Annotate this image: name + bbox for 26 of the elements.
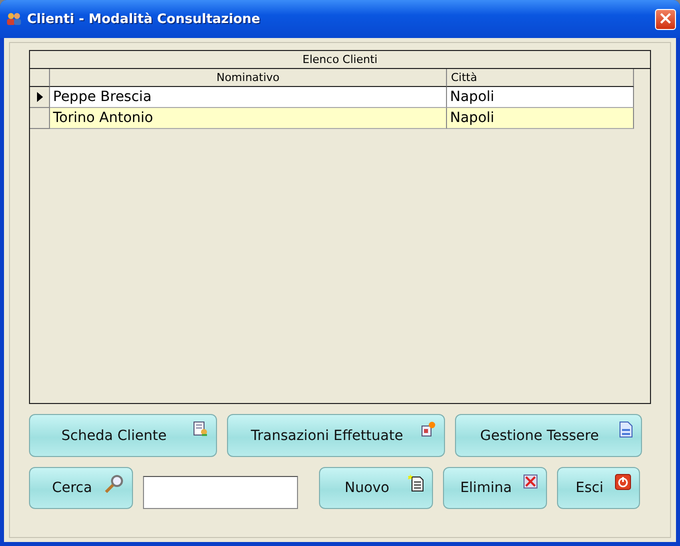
table-cell: Peppe Brescia <box>50 87 447 108</box>
current-row-icon <box>36 92 42 102</box>
delete-icon <box>523 474 538 489</box>
new-button[interactable]: Nuovo <box>319 467 433 509</box>
action-button[interactable]: Transazioni Effettuate <box>227 414 445 457</box>
exit-button[interactable]: Esci <box>557 467 640 509</box>
row-header[interactable] <box>30 87 50 108</box>
action-button[interactable]: Scheda Cliente <box>29 414 217 457</box>
search-icon <box>104 474 124 494</box>
search-field[interactable] <box>143 476 298 509</box>
table-cell: Torino Antonio <box>50 108 447 129</box>
delete-button[interactable]: Elimina <box>443 467 547 509</box>
table-cell: Napoli <box>447 108 634 129</box>
search-button[interactable]: Cerca <box>29 467 133 509</box>
new-document-icon <box>408 474 424 492</box>
document-star-icon <box>420 421 436 437</box>
action-button[interactable]: Gestione Tessere <box>455 414 642 457</box>
column-header[interactable]: Città <box>447 69 634 87</box>
column-header[interactable]: Nominativo <box>50 69 447 87</box>
window-title: Clienti - Modalità Consultazione <box>27 12 262 26</box>
close-button[interactable]: × <box>655 8 676 30</box>
users-icon <box>6 12 22 26</box>
document-icon <box>619 421 633 438</box>
power-icon <box>615 474 631 490</box>
table-cell: Napoli <box>447 87 634 108</box>
card-icon <box>192 421 208 437</box>
